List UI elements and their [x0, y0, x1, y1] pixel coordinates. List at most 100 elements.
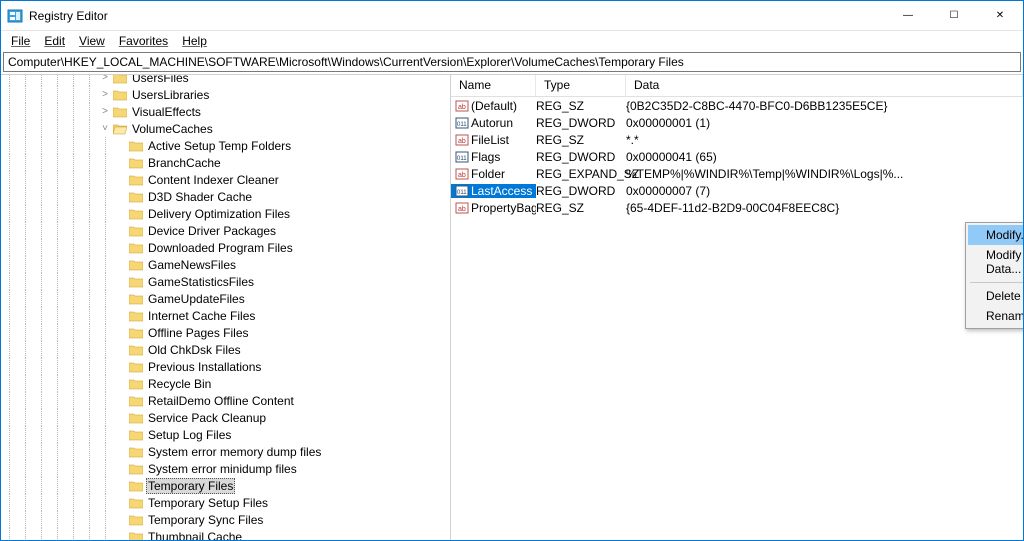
value-row[interactable]: abPropertyBagREG_SZ{65-4DEF-11d2-B2D9-00…	[451, 199, 1023, 216]
tree-item-label: UsersLibraries	[130, 88, 211, 102]
tree-item-label: VolumeCaches	[130, 122, 215, 136]
value-icon: ab	[455, 167, 469, 181]
tree-item[interactable]: Internet Cache Files	[1, 307, 450, 324]
tree-item-label: D3D Shader Cache	[146, 190, 254, 204]
tree-item[interactable]: System error minidump files	[1, 460, 450, 477]
tree-item-label: Recycle Bin	[146, 377, 213, 391]
ctx-modify-binary[interactable]: Modify Binary Data...	[968, 245, 1023, 279]
folder-icon	[129, 242, 143, 254]
value-icon: ab	[455, 99, 469, 113]
tree-item-label: GameUpdateFiles	[146, 292, 247, 306]
tree-item[interactable]: Temporary Sync Files	[1, 511, 450, 528]
folder-icon	[129, 310, 143, 322]
value-row[interactable]: ab(Default)REG_SZ{0B2C35D2-C8BC-4470-BFC…	[451, 97, 1023, 114]
tree-toggle[interactable]: >	[97, 75, 113, 83]
value-row[interactable]: 011FlagsREG_DWORD0x00000041 (65)	[451, 148, 1023, 165]
tree-item[interactable]: GameNewsFiles	[1, 256, 450, 273]
value-row[interactable]: 011LastAccessREG_DWORD0x00000007 (7)	[451, 182, 1023, 199]
svg-text:ab: ab	[458, 172, 466, 179]
titlebar: Registry Editor — ☐ ✕	[1, 1, 1023, 31]
value-icon: 011	[455, 150, 469, 164]
tree-item[interactable]: RetailDemo Offline Content	[1, 392, 450, 409]
tree-toggle[interactable]: >	[97, 89, 113, 100]
tree-item[interactable]: > UsersLibraries	[1, 86, 450, 103]
svg-text:011: 011	[457, 156, 467, 162]
maximize-button[interactable]: ☐	[931, 1, 977, 31]
close-button[interactable]: ✕	[977, 1, 1023, 31]
tree-item-label: Old ChkDsk Files	[146, 343, 243, 357]
tree-item[interactable]: BranchCache	[1, 154, 450, 171]
tree-item[interactable]: Downloaded Program Files	[1, 239, 450, 256]
tree-item[interactable]: GameStatisticsFiles	[1, 273, 450, 290]
header-type[interactable]: Type	[536, 75, 626, 96]
values-header: Name Type Data	[451, 75, 1023, 97]
value-data: 0x00000001 (1)	[626, 116, 1023, 130]
tree-item[interactable]: ˅ VolumeCaches	[1, 120, 450, 137]
menu-help[interactable]: Help	[176, 33, 213, 49]
tree-item[interactable]: Active Setup Temp Folders	[1, 137, 450, 154]
tree-item[interactable]: GameUpdateFiles	[1, 290, 450, 307]
header-name[interactable]: Name	[451, 75, 536, 96]
tree-item-label: Temporary Files	[146, 478, 235, 494]
tree-item-label: GameNewsFiles	[146, 258, 238, 272]
tree-item-label: Downloaded Program Files	[146, 241, 295, 255]
svg-text:011: 011	[457, 122, 467, 128]
tree-item-label: VisualEffects	[130, 105, 203, 119]
folder-icon	[129, 395, 143, 407]
menu-file[interactable]: File	[5, 33, 36, 49]
tree-item[interactable]: Previous Installations	[1, 358, 450, 375]
tree-item[interactable]: Temporary Setup Files	[1, 494, 450, 511]
tree-item[interactable]: > VisualEffects	[1, 103, 450, 120]
value-row[interactable]: abFileListREG_SZ*.*	[451, 131, 1023, 148]
value-name: LastAccess	[471, 184, 532, 198]
folder-icon	[129, 259, 143, 271]
tree-item[interactable]: System error memory dump files	[1, 443, 450, 460]
folder-icon	[129, 344, 143, 356]
tree-item[interactable]: Recycle Bin	[1, 375, 450, 392]
menu-favorites[interactable]: Favorites	[113, 33, 174, 49]
header-data[interactable]: Data	[626, 75, 1023, 96]
value-row[interactable]: 011 Autorun REG_DWORD0x00000001 (1)	[451, 114, 1023, 131]
address-bar[interactable]	[3, 52, 1021, 72]
value-type: REG_EXPAND_SZ	[536, 167, 626, 181]
value-name: Autorun	[471, 116, 513, 130]
tree-item-label: Device Driver Packages	[146, 224, 278, 238]
tree-item[interactable]: Thumbnail Cache	[1, 528, 450, 540]
svg-text:ab: ab	[458, 138, 466, 145]
tree-item-label: GameStatisticsFiles	[146, 275, 256, 289]
folder-icon	[129, 531, 143, 541]
tree-item[interactable]: >UsersFiles	[1, 75, 450, 86]
value-row[interactable]: abFolderREG_EXPAND_SZ%TEMP%|%WINDIR%\Tem…	[451, 165, 1023, 182]
tree-item[interactable]: Setup Log Files	[1, 426, 450, 443]
menu-edit[interactable]: Edit	[38, 33, 71, 49]
tree-item-label: Offline Pages Files	[146, 326, 251, 340]
tree-pane[interactable]: TBDEnUser Shell Folders>UsersFiles>Users…	[1, 75, 451, 540]
tree-item-label: Thumbnail Cache	[146, 530, 244, 541]
value-type: REG_DWORD	[536, 116, 626, 130]
folder-icon	[129, 412, 143, 424]
minimize-button[interactable]: —	[885, 1, 931, 31]
values-pane[interactable]: Name Type Data ab(Default)REG_SZ{0B2C35D…	[451, 75, 1023, 540]
ctx-modify[interactable]: Modify...	[968, 225, 1023, 245]
tree-item[interactable]: Device Driver Packages	[1, 222, 450, 239]
ctx-rename[interactable]: Rename	[968, 306, 1023, 326]
value-name: (Default)	[471, 99, 517, 113]
tree-item[interactable]: Temporary Files	[1, 477, 450, 494]
menu-view[interactable]: View	[73, 33, 111, 49]
folder-icon	[113, 123, 127, 135]
ctx-delete[interactable]: Delete	[968, 286, 1023, 306]
value-data: {0B2C35D2-C8BC-4470-BFC0-D6BB1235E5CE}	[626, 99, 1023, 113]
tree-item[interactable]: Service Pack Cleanup	[1, 409, 450, 426]
folder-icon	[129, 225, 143, 237]
tree-item[interactable]: Old ChkDsk Files	[1, 341, 450, 358]
value-name: FileList	[471, 133, 509, 147]
tree-toggle[interactable]: ˅	[97, 123, 113, 134]
tree-item[interactable]: Offline Pages Files	[1, 324, 450, 341]
folder-icon	[129, 140, 143, 152]
tree-item-label: System error memory dump files	[146, 445, 323, 459]
tree-item[interactable]: Delivery Optimization Files	[1, 205, 450, 222]
folder-icon	[129, 276, 143, 288]
tree-item[interactable]: D3D Shader Cache	[1, 188, 450, 205]
tree-toggle[interactable]: >	[97, 106, 113, 117]
tree-item[interactable]: Content Indexer Cleaner	[1, 171, 450, 188]
